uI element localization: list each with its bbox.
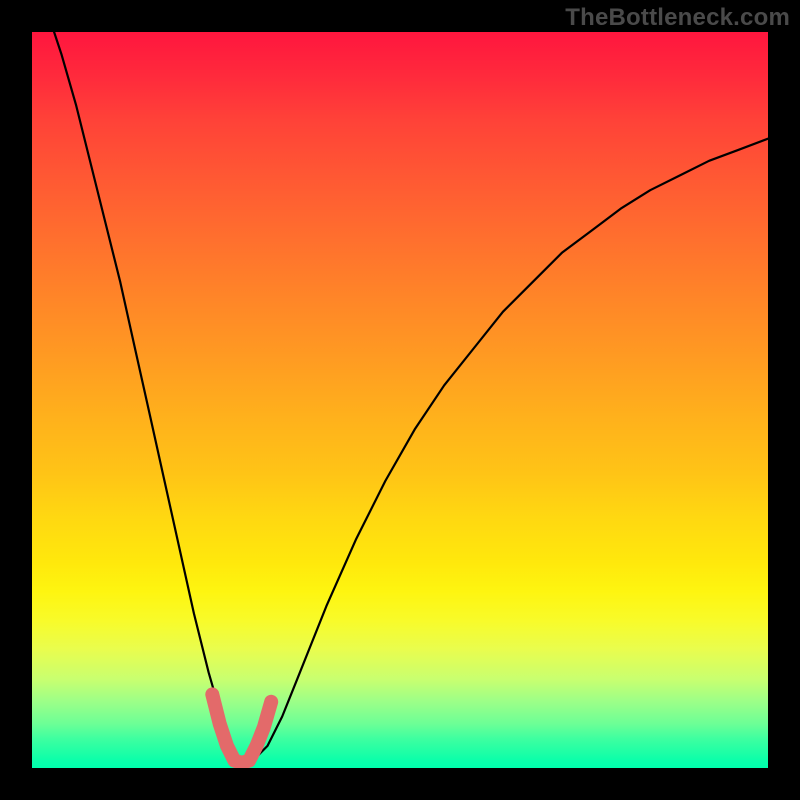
curve-layer [32, 32, 768, 768]
bottleneck-curve-path [54, 32, 768, 761]
watermark-text: TheBottleneck.com [565, 4, 790, 32]
chart-frame: TheBottleneck.com [0, 0, 800, 800]
main-curve-group [54, 32, 768, 763]
plot-area [32, 32, 768, 768]
